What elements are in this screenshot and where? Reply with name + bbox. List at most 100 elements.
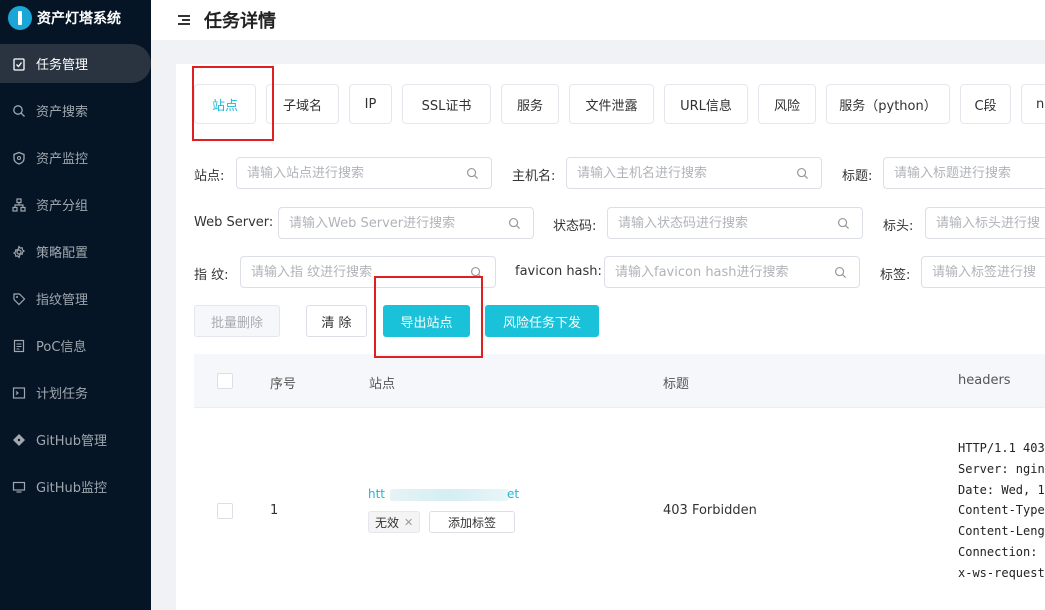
sidebar-item-github-management[interactable]: GitHub管理 — [0, 420, 151, 459]
sidebar-item-label: 计划任务 — [36, 387, 89, 402]
app-name: 资产灯塔系统 — [37, 11, 121, 27]
tab-service-python[interactable]: 服务（python） — [826, 84, 950, 124]
shield-icon — [12, 151, 26, 165]
site-search-field[interactable] — [237, 158, 491, 188]
webserver-search-field[interactable] — [279, 208, 533, 238]
tab-subdomain[interactable]: 子域名 — [266, 84, 339, 124]
column-header-title: 标题 — [663, 377, 690, 392]
title-label: 标题: — [842, 169, 873, 184]
sidebar-item-scheduled-tasks[interactable]: 计划任务 — [0, 373, 151, 412]
header-label: 标头: — [883, 219, 914, 234]
search-icon — [508, 217, 521, 230]
highlight-box-site-tab — [192, 66, 274, 141]
title-search-field[interactable] — [884, 158, 1045, 188]
status-tag-label: 无效 — [375, 515, 400, 530]
batch-delete-button[interactable]: 批量删除 — [194, 305, 280, 337]
sidebar-item-policy-config[interactable]: 策略配置 — [0, 232, 151, 271]
sidebar-item-label: GitHub管理 — [36, 434, 108, 449]
webserver-search-input[interactable] — [278, 207, 534, 239]
result-tabs: 站点 子域名 IP SSL证书 服务 文件泄露 URL信息 风险 服务（pyth… — [194, 84, 1045, 124]
tag-icon — [12, 292, 26, 306]
row-checkbox[interactable] — [217, 503, 233, 519]
terminal-icon — [12, 386, 26, 400]
sidebar-item-fingerprint[interactable]: 指纹管理 — [0, 279, 151, 318]
title-search-input[interactable] — [883, 157, 1045, 189]
favicon-hash-label: favicon hash: — [515, 264, 602, 279]
tags-label: 标签: — [880, 268, 911, 283]
favicon-hash-search-field[interactable] — [605, 257, 859, 287]
site-search-input[interactable] — [236, 157, 492, 189]
tab-ip[interactable]: IP — [349, 84, 392, 124]
sites-table: 序号 站点 标题 headers 1 htt et 无效 ✕ 添加标签 403 … — [194, 354, 1045, 608]
status-code-search-field[interactable] — [608, 208, 862, 238]
status-code-search-input[interactable] — [607, 207, 863, 239]
risk-task-dispatch-button[interactable]: 风险任务下发 — [485, 305, 599, 337]
git-icon — [12, 433, 26, 447]
column-header-site: 站点 — [369, 377, 396, 392]
hostname-search-field[interactable] — [567, 158, 821, 188]
add-tag-button[interactable]: 添加标签 — [429, 511, 515, 533]
site-link-prefix[interactable]: htt — [368, 487, 385, 501]
search-icon — [466, 167, 479, 180]
sidebar-item-asset-monitor[interactable]: 资产监控 — [0, 138, 151, 177]
search-icon — [796, 167, 809, 180]
row-index: 1 — [270, 503, 279, 518]
column-header-headers: headers — [958, 373, 1011, 388]
status-code-label: 状态码: — [553, 219, 597, 234]
clear-button[interactable]: 清 除 — [306, 305, 367, 337]
header-search-field[interactable] — [926, 208, 1045, 238]
table-header: 序号 站点 标题 headers — [194, 354, 1045, 408]
sidebar-item-label: 资产监控 — [36, 152, 89, 167]
sidebar: 资产灯塔系统 任务管理 资产搜索 资产监控 资产分组 策略配置 指纹管理 PoC… — [0, 0, 151, 610]
sidebar-item-label: GitHub监控 — [36, 481, 108, 496]
sidebar-item-asset-group[interactable]: 资产分组 — [0, 185, 151, 224]
sidebar-item-label: 资产分组 — [36, 199, 89, 214]
search-icon — [834, 266, 847, 279]
sidebar-item-label: 任务管理 — [36, 58, 89, 73]
select-all-checkbox[interactable] — [217, 373, 233, 389]
sidebar-item-task-management[interactable]: 任务管理 — [0, 44, 151, 83]
site-link-suffix[interactable]: et — [507, 487, 519, 501]
tab-risk[interactable]: 风险 — [758, 84, 816, 124]
tab-url-info[interactable]: URL信息 — [664, 84, 748, 124]
tab-nu[interactable]: nu — [1021, 84, 1045, 124]
tags-search-input[interactable] — [921, 256, 1045, 288]
site-label: 站点: — [194, 169, 225, 184]
page-title: 任务详情 — [204, 11, 276, 32]
sidebar-item-label: PoC信息 — [36, 340, 87, 355]
lighthouse-logo-icon — [8, 6, 32, 30]
tags-search-field[interactable] — [922, 257, 1045, 287]
search-icon — [837, 217, 850, 230]
tab-file-leak[interactable]: 文件泄露 — [569, 84, 654, 124]
tab-ssl-cert[interactable]: SSL证书 — [402, 84, 491, 124]
sidebar-item-poc-info[interactable]: PoC信息 — [0, 326, 151, 365]
fingerprint-label: 指 纹: — [194, 268, 229, 283]
monitor-icon — [12, 480, 26, 494]
header-search-input[interactable] — [925, 207, 1045, 239]
status-tag: 无效 ✕ — [368, 511, 421, 533]
sidebar-item-label: 策略配置 — [36, 246, 89, 261]
menu-toggle-icon[interactable] — [178, 13, 190, 28]
highlight-box-export-button — [374, 276, 483, 358]
sidebar-item-asset-search[interactable]: 资产搜索 — [0, 91, 151, 130]
sidebar-item-label: 指纹管理 — [36, 293, 89, 308]
favicon-hash-search-input[interactable] — [604, 256, 860, 288]
settings-icon — [12, 244, 26, 259]
tab-service[interactable]: 服务 — [501, 84, 559, 124]
search-icon — [12, 104, 26, 118]
logo[interactable]: 资产灯塔系统 — [0, 0, 151, 36]
table-row: 1 htt et 无效 ✕ 添加标签 403 Forbidden HTTP/1.… — [194, 408, 1045, 608]
hostname-search-input[interactable] — [566, 157, 822, 189]
row-headers: HTTP/1.1 403 Server: ngin Date: Wed, 1 C… — [958, 441, 1045, 580]
sidebar-item-github-monitor[interactable]: GitHub监控 — [0, 467, 151, 506]
document-icon — [12, 339, 26, 353]
hierarchy-icon — [12, 197, 26, 212]
close-icon[interactable]: ✕ — [404, 516, 413, 529]
column-header-index: 序号 — [270, 377, 297, 392]
redacted-url — [390, 489, 508, 501]
top-header: 任务详情 — [151, 0, 1045, 40]
row-title: 403 Forbidden — [663, 503, 757, 518]
tab-c-segment[interactable]: C段 — [960, 84, 1011, 124]
sidebar-menu: 任务管理 资产搜索 资产监控 资产分组 策略配置 指纹管理 PoC信息 计划任务… — [0, 44, 151, 506]
webserver-label: Web Server: — [194, 215, 274, 230]
